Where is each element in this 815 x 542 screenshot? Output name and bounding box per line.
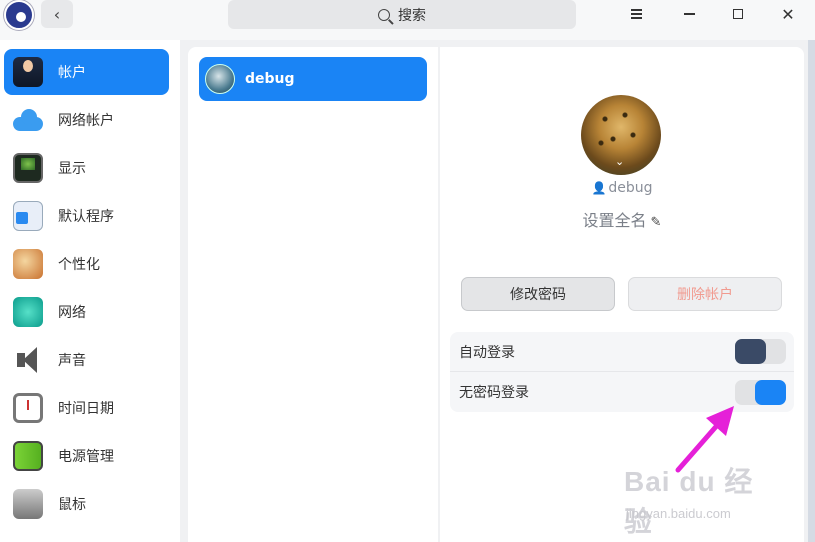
search-icon [378, 8, 390, 21]
cloud-icon [13, 105, 43, 135]
sidebar-item-label: 网络 [58, 305, 86, 321]
sidebar-item-label: 默认程序 [58, 209, 114, 225]
edit-icon[interactable]: ✎ [651, 215, 662, 230]
sidebar-item-cloud-accounts[interactable]: 网络帐户 [4, 97, 169, 143]
sidebar-item-label: 鼠标 [58, 497, 86, 513]
sidebar-item-label: 网络帐户 [58, 113, 114, 129]
sidebar-item-label: 个性化 [58, 257, 100, 273]
maximize-icon [733, 9, 743, 19]
sidebar-item-mouse[interactable]: 鼠标 [4, 481, 169, 527]
sidebar-item-accounts[interactable]: 帐户 [4, 49, 169, 95]
change-password-button[interactable]: 修改密码 [461, 277, 615, 311]
search-input[interactable]: 搜索 [228, 0, 576, 29]
chevron-left-icon: ‹ [53, 4, 61, 24]
user-list-item[interactable]: debug [199, 57, 427, 101]
personalization-icon [13, 249, 43, 279]
user-icon: 👤 [591, 181, 607, 195]
sidebar: 帐户 网络帐户 显示 默认程序 个性化 网络 声音 时间日期 电源管理 鼠标 [0, 40, 180, 542]
sidebar-item-datetime[interactable]: 时间日期 [4, 385, 169, 431]
close-button[interactable]: ✕ [774, 2, 802, 26]
mouse-icon [13, 489, 43, 519]
fullname-field[interactable]: 设置全名 ✎ [440, 207, 804, 231]
default-apps-icon [13, 201, 43, 231]
avatar [205, 64, 235, 94]
auto-login-toggle[interactable] [735, 339, 786, 364]
display-icon [13, 153, 43, 183]
auto-login-label: 自动登录 [459, 344, 515, 361]
sidebar-item-default-apps[interactable]: 默认程序 [4, 193, 169, 239]
watermark: Bai du 经验 jingyan.baidu.com [624, 460, 774, 537]
username-label: 👤 debug [440, 180, 804, 196]
app-logo-icon [4, 0, 34, 30]
maximize-button[interactable] [724, 2, 752, 26]
watermark-url: jingyan.baidu.com [626, 506, 731, 521]
search-placeholder: 搜索 [398, 7, 426, 24]
minimize-icon [683, 13, 695, 15]
username-text: debug [608, 180, 653, 196]
hamburger-icon [630, 9, 642, 11]
minimize-button[interactable] [675, 2, 703, 26]
user-list-item-name: debug [245, 71, 295, 87]
sidebar-item-power[interactable]: 电源管理 [4, 433, 169, 479]
delete-account-button[interactable]: 删除帐户 [628, 277, 782, 311]
sound-icon [13, 345, 43, 375]
sidebar-item-network[interactable]: 网络 [4, 289, 169, 335]
auto-login-row: 自动登录 [450, 332, 794, 372]
title-bar: ‹ 搜索 ✕ [0, 0, 815, 40]
sidebar-item-personalization[interactable]: 个性化 [4, 241, 169, 287]
watermark-brand: Bai du 经验 [624, 466, 754, 537]
window-edge [808, 40, 815, 542]
fullname-placeholder: 设置全名 [582, 211, 647, 230]
sidebar-item-label: 显示 [58, 161, 86, 177]
passwordless-login-label: 无密码登录 [459, 385, 529, 401]
chevron-down-icon[interactable]: ⌄ [615, 155, 624, 168]
close-icon: ✕ [781, 4, 795, 24]
account-icon [13, 57, 43, 87]
sidebar-item-label: 时间日期 [58, 401, 114, 417]
battery-icon [13, 441, 43, 471]
sidebar-item-label: 帐户 [58, 65, 86, 81]
network-icon [13, 297, 43, 327]
toggle-knob [755, 379, 786, 405]
sidebar-item-sound[interactable]: 声音 [4, 337, 169, 383]
toggle-knob [735, 339, 766, 364]
sidebar-item-display[interactable]: 显示 [4, 145, 169, 191]
sidebar-item-label: 电源管理 [58, 449, 114, 465]
user-list: debug [188, 47, 438, 542]
back-button[interactable]: ‹ [41, 0, 73, 28]
clock-icon [13, 393, 43, 423]
sidebar-item-label: 声音 [58, 353, 86, 369]
menu-button[interactable] [622, 2, 650, 26]
